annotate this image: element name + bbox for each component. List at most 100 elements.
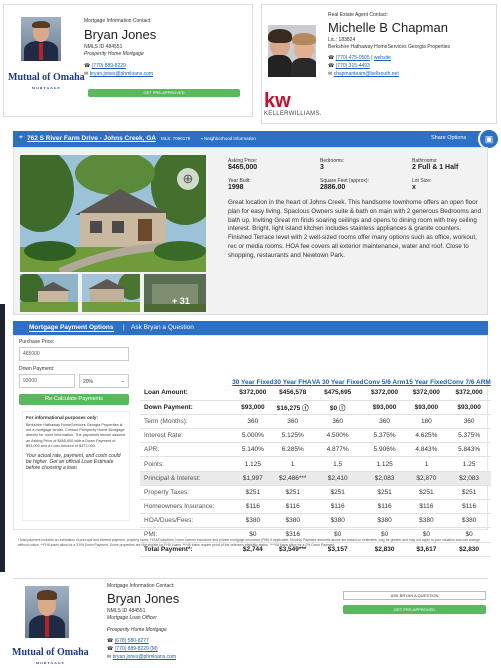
bottom-phone1[interactable]: ☎ (678) 580-8277 bbox=[107, 638, 149, 644]
table-cell: $2,486*** bbox=[273, 471, 312, 486]
table-cell: $456,578 bbox=[273, 386, 312, 401]
agent-contact-card: Real Estate Agent Contact: Michelle B Ch… bbox=[261, 4, 497, 124]
email-link[interactable]: ✉ bryan.jones@phmloans.com bbox=[84, 71, 153, 77]
table-cell: 4.500% bbox=[311, 428, 364, 444]
row-label: Term (Months): bbox=[140, 414, 232, 430]
loan-column-header[interactable]: 15 Year Fixed bbox=[406, 364, 448, 386]
down-percent-select[interactable]: 20% ⌄ bbox=[79, 374, 129, 388]
table-cell: $372,000 bbox=[405, 386, 448, 401]
row-label: HOA/Dues/Fees: bbox=[140, 513, 232, 529]
table-row: APR: 5.140% 6.285% 4.877% 5.906% 4.843% 5.843% bbox=[140, 442, 491, 458]
table-row: Homeowners Insurance: $116 $116 $116 $116 $11… bbox=[140, 499, 491, 515]
share-options-button[interactable]: Share Options bbox=[431, 135, 466, 141]
listing-mls: MLS: 7096179 bbox=[161, 136, 191, 141]
row-label: Interest Rate: bbox=[140, 428, 232, 444]
tab-ask-bryan[interactable]: Ask Bryan a Question bbox=[131, 324, 194, 331]
table-cell: $251 bbox=[363, 485, 406, 501]
bedrooms: Bedrooms: 3 bbox=[320, 158, 345, 171]
bottom-contact-name: Bryan Jones bbox=[107, 591, 180, 606]
table-cell: 5.375% bbox=[363, 428, 406, 444]
phone-icon: ☎ bbox=[328, 63, 336, 69]
payment-footnote: *Total payment includes an estimation of… bbox=[18, 538, 480, 547]
get-pre-approved-button[interactable]: GET PRE-APPROVED bbox=[88, 89, 240, 97]
table-cell: $93,000 bbox=[405, 400, 448, 415]
company-name: Prosperity Home Mortgage bbox=[84, 51, 144, 57]
table-cell: $380 bbox=[405, 513, 448, 529]
table-cell: $116 bbox=[232, 499, 274, 515]
listing-address-link[interactable]: 762 S River Farm Drive - Johns Creek, GA bbox=[27, 135, 156, 142]
recalculate-button[interactable]: Re-Calculate Payments bbox=[19, 394, 129, 405]
table-row: Interest Rate: 5.000% 5.125% 4.500% 5.375% 4.… bbox=[140, 428, 491, 444]
table-cell: 1.5 bbox=[311, 456, 364, 472]
table-cell: $251 bbox=[447, 485, 491, 501]
agent-phone2[interactable]: ☎ (770) 315-4493 bbox=[328, 63, 370, 69]
table-corner bbox=[140, 364, 232, 386]
lot-size: Lot Size: x bbox=[412, 178, 432, 191]
table-row: Loan Amount: $372,000 $456,578 $475,695 $372… bbox=[140, 386, 491, 401]
agent-photo bbox=[268, 25, 316, 77]
table-cell: $251 bbox=[232, 485, 274, 501]
mobile-icon: ☎ bbox=[107, 646, 115, 652]
row-label: Loan Amount: bbox=[140, 386, 232, 401]
table-row: Principal & Interest: $1,997 $2,486*** $2,4… bbox=[140, 471, 491, 486]
table-cell: 1.125 bbox=[232, 456, 274, 472]
table-cell: $380 bbox=[311, 513, 364, 529]
table-cell: $116 bbox=[273, 499, 312, 515]
loan-column-header[interactable]: Conv 5/6 Arm bbox=[364, 364, 406, 386]
loan-column-header[interactable]: VA 30 Year Fixed bbox=[312, 364, 364, 386]
row-label: Principal & Interest: bbox=[140, 471, 232, 486]
left-edge-strip bbox=[0, 304, 5, 572]
tab-separator: | bbox=[123, 324, 125, 331]
payment-options-bar: Mortgage Payment Options | Ask Bryan a Q… bbox=[13, 321, 488, 335]
tab-mortgage-payment-options[interactable]: Mortgage Payment Options bbox=[29, 324, 114, 332]
info-note-disclaimer: Your actual rate, payment, and costs cou… bbox=[26, 453, 121, 472]
table-cell: $2,083 bbox=[447, 471, 491, 486]
table-cell: 4.877% bbox=[311, 442, 364, 458]
bottom-phone2[interactable]: ☎ (770) 889-8229 (M) bbox=[107, 646, 158, 652]
table-cell: 5.843% bbox=[447, 442, 491, 458]
purchase-price-input[interactable] bbox=[19, 347, 129, 361]
agent-email[interactable]: ✉ chapmanteam@bellsouth.net bbox=[328, 71, 399, 77]
mortgage-contact-heading: Mortgage Information Contact: bbox=[84, 18, 152, 24]
bottom-contact-heading: Mortgage Information Contact: bbox=[107, 583, 175, 589]
table-cell: 360 bbox=[447, 414, 491, 430]
photo-thumbnail-2[interactable] bbox=[82, 274, 140, 312]
mutual-of-omaha-logo: Mutual of Omaha MORTGAGE bbox=[8, 72, 85, 91]
info-note-body: Berkshire Hathaway HomeServices Georgia … bbox=[26, 423, 126, 448]
bottom-company: Prosperity Home Mortgage bbox=[107, 627, 167, 633]
table-cell: $380 bbox=[447, 513, 491, 529]
loan-column-header[interactable]: 30 Year Fixed bbox=[232, 364, 274, 386]
table-cell: 360 bbox=[363, 414, 406, 430]
table-cell: 5.125% bbox=[273, 428, 312, 444]
table-row: Points: 1.125 1 1.5 1.125 1 1.25 bbox=[140, 456, 491, 472]
bottom-email[interactable]: ✉ bryan.jones@phmloans.com bbox=[107, 654, 176, 660]
photo-thumbnail-1[interactable] bbox=[20, 274, 78, 312]
loan-column-header[interactable]: Conv 7/6 ARM bbox=[447, 364, 491, 386]
table-cell: $380 bbox=[363, 513, 406, 529]
asking-price: Asking Price: $465,000 bbox=[228, 158, 258, 171]
chat-icon: ▣ bbox=[484, 134, 494, 144]
map-pin-icon: ⌖ bbox=[19, 134, 23, 141]
phone-link[interactable]: ☎ (770) 889-8229 bbox=[84, 63, 126, 69]
table-row: HOA/Dues/Fees: $380 $380 $380 $380 $380 $380 bbox=[140, 513, 491, 529]
more-photos-count[interactable]: + 31 bbox=[172, 296, 190, 306]
agent-phone-website[interactable]: ☎ (770) 475-0505 | website bbox=[328, 55, 391, 61]
table-cell: 360 bbox=[232, 414, 274, 430]
zoom-icon[interactable]: ⊕ bbox=[177, 168, 199, 190]
table-cell: 6.285% bbox=[273, 442, 312, 458]
table-cell: 5.140% bbox=[232, 442, 274, 458]
ask-bryan-button[interactable]: ASK BRYAN A QUESTION bbox=[343, 591, 486, 600]
bottom-get-pre-approved-button[interactable]: GET PRE-APPROVED bbox=[343, 605, 486, 614]
bathrooms: Bathrooms: 2 Full & 1 Half bbox=[412, 158, 459, 171]
photo-thumbnail-3[interactable]: + 31 bbox=[144, 274, 206, 312]
website-link[interactable]: website bbox=[374, 55, 391, 61]
down-payment-input[interactable] bbox=[19, 374, 75, 388]
neighborhood-info-link[interactable]: ▪ Neighborhood Information bbox=[201, 136, 256, 141]
table-cell: $380 bbox=[273, 513, 312, 529]
table-cell: 5.000% bbox=[232, 428, 274, 444]
agent-contact-heading: Real Estate Agent Contact: bbox=[328, 12, 389, 18]
table-cell: $93,000 bbox=[363, 400, 406, 415]
agent-license: Lic.: 183824 bbox=[328, 37, 356, 43]
loan-column-header[interactable]: 30 Year FHA bbox=[274, 364, 312, 386]
table-cell: 4.625% bbox=[405, 428, 448, 444]
